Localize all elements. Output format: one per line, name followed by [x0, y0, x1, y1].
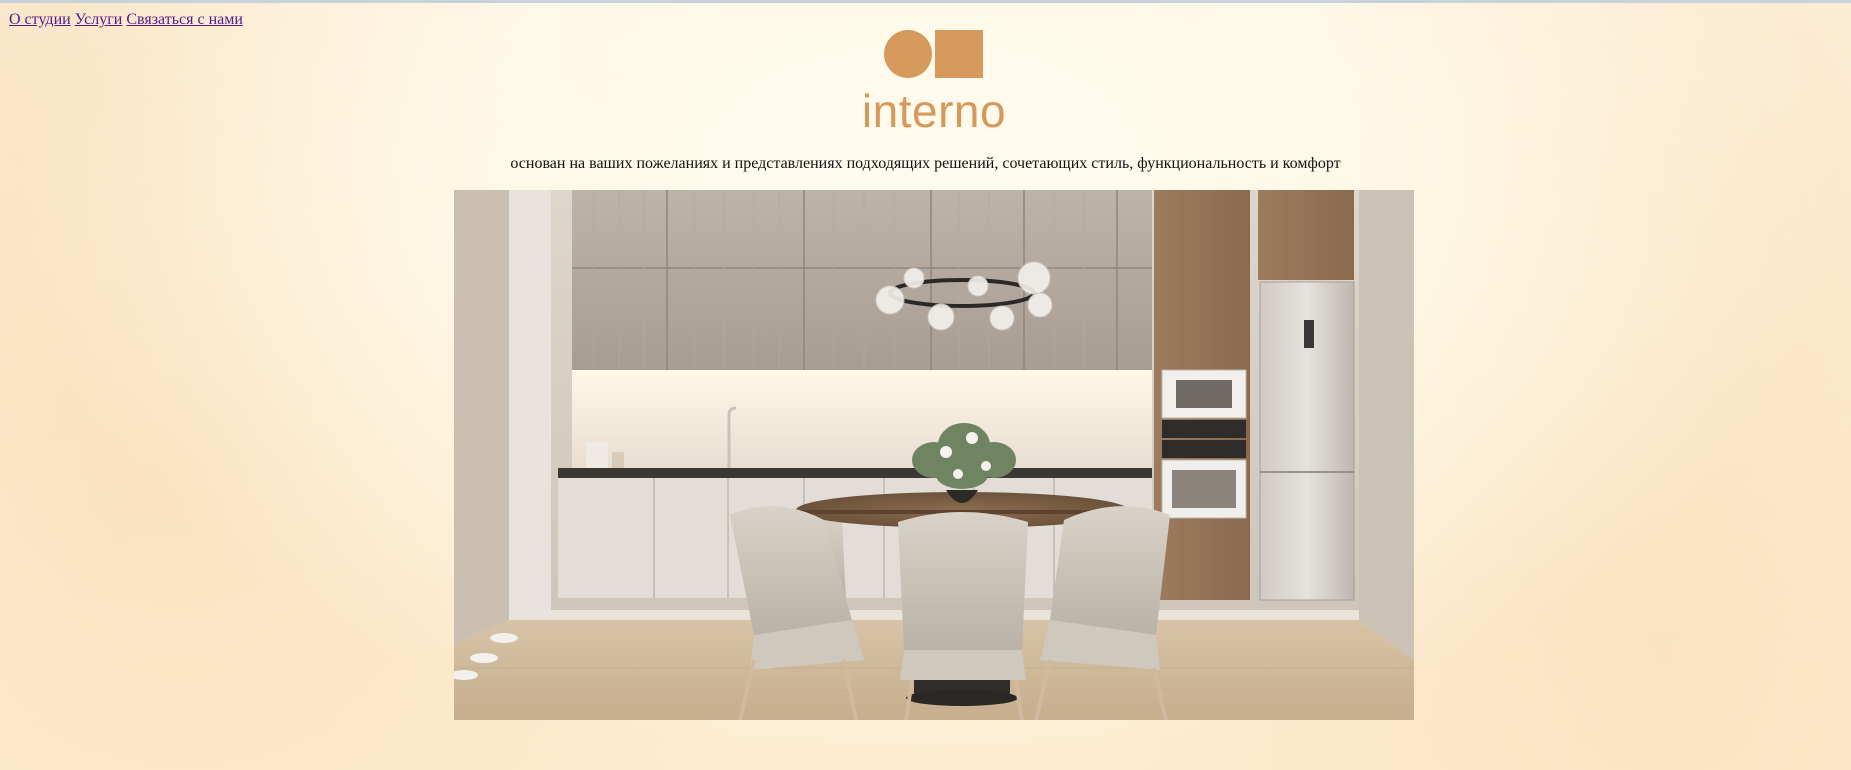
nav-link-about[interactable]: О студии — [9, 11, 71, 28]
tagline-text: основан на ваших пожеланиях и представле… — [510, 155, 1341, 172]
logo-wordmark: interno — [861, 85, 1007, 137]
logo-circle-shape — [884, 30, 932, 78]
brand-logo: interno — [858, 28, 1010, 136]
browser-top-border — [0, 0, 1851, 3]
nav-link-services[interactable]: Услуги — [75, 11, 123, 28]
top-navigation: О студии Услуги Связаться с нами — [9, 11, 243, 29]
hero-kitchen-image — [454, 190, 1414, 720]
nav-link-contact[interactable]: Связаться с нами — [126, 11, 243, 28]
logo-square-shape — [935, 30, 983, 78]
kitchen-interior-illustration — [454, 190, 1414, 720]
